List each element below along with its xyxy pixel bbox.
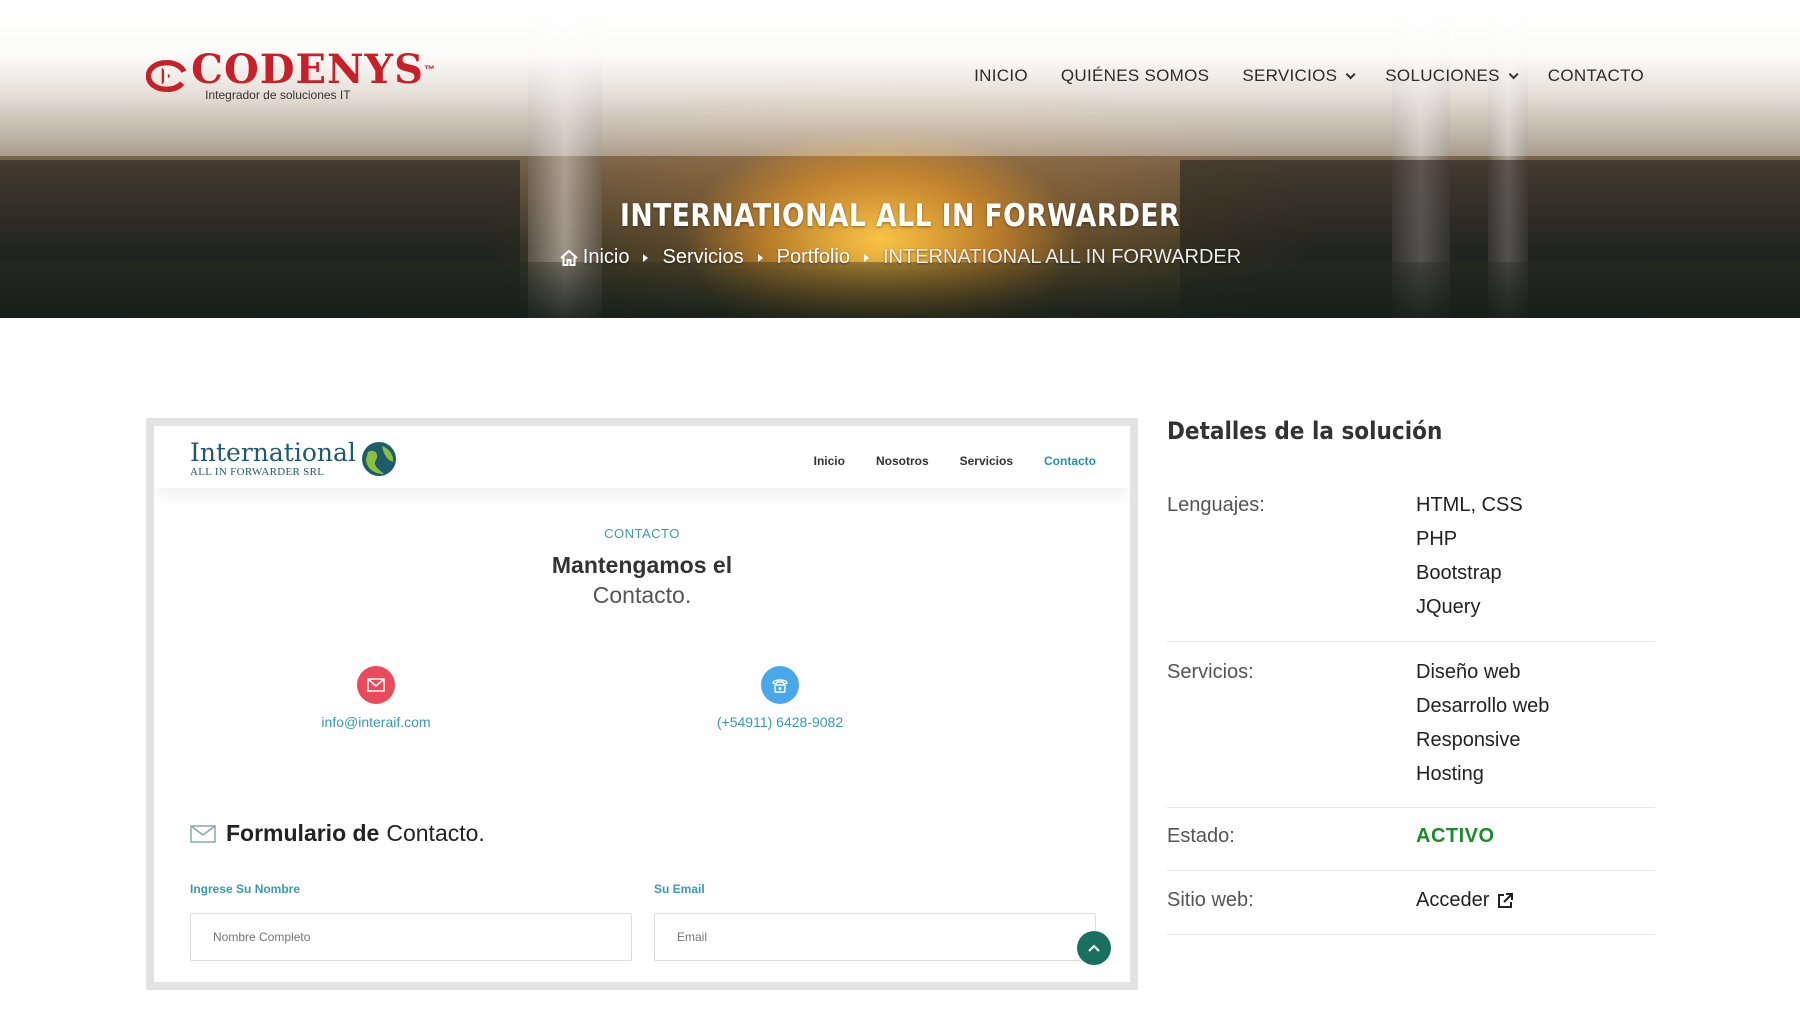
detail-row-languages: Lenguajes: HTML, CSS PHP Bootstrap JQuer… [1167, 494, 1655, 642]
envelope-icon [190, 824, 216, 843]
hero-bg-ground [0, 262, 1800, 318]
page-title: INTERNATIONAL ALL IN FORWARDER [620, 198, 1180, 234]
language-item: HTML, CSS [1416, 494, 1523, 516]
services-label: Servicios: [1167, 661, 1254, 683]
preview-phone: (+54911) 6428-9082 [716, 714, 844, 730]
nav-item-quienes-somos[interactable]: QUIÉNES SOMOS [1061, 66, 1209, 86]
services-list: Diseño web Desarrollo web Responsive Hos… [1416, 655, 1549, 791]
service-item: Hosting [1416, 763, 1484, 785]
detail-row-services: Servicios: Diseño web Desarrollo web Res… [1167, 661, 1655, 808]
external-link-icon [1498, 892, 1514, 908]
preview-nav-servicios: Servicios [959, 454, 1013, 468]
status-badge: ACTIVO [1416, 825, 1495, 847]
chevron-down-icon [1345, 68, 1356, 79]
website-label: Sitio web: [1167, 889, 1254, 911]
codenys-logo-icon [146, 59, 188, 93]
hero-banner: CODENYS™ Integrador de soluciones IT INI… [0, 0, 1800, 318]
preview-name-label: Ingrese Su Nombre [190, 882, 301, 896]
language-item: Bootstrap [1416, 562, 1502, 584]
brand-tagline: Integrador de soluciones IT [205, 88, 351, 102]
breadcrumb-separator-icon [643, 253, 649, 262]
languages-label: Lenguajes: [1167, 494, 1265, 516]
chevron-down-icon [1508, 68, 1519, 79]
breadcrumb-portfolio[interactable]: Portfolio [777, 246, 850, 269]
details-title: Detalles de la solución [1167, 417, 1443, 445]
preview-email-label: Su Email [654, 882, 705, 896]
preview-nav-nosotros: Nosotros [875, 454, 929, 468]
language-item: JQuery [1416, 596, 1481, 618]
service-item: Responsive [1416, 729, 1521, 751]
breadcrumb: Inicio Servicios Portfolio INTERNATIONAL… [0, 246, 1800, 269]
breadcrumb-servicios[interactable]: Servicios [662, 246, 743, 269]
preview-logo-name: International [190, 438, 356, 467]
breadcrumb-home[interactable]: Inicio [559, 246, 629, 269]
preview-logo-sub: ALL IN FORWARDER SRL [190, 466, 325, 478]
preview-nav-contacto: Contacto [1044, 454, 1096, 468]
phone-icon [761, 666, 799, 704]
preview-email: info@interaif.com [321, 714, 431, 730]
nav-item-soluciones[interactable]: SOLUCIONES [1385, 66, 1519, 86]
preview-kicker: CONTACTO [604, 526, 680, 541]
nav-item-inicio[interactable]: INICIO [974, 66, 1028, 86]
nav-item-servicios[interactable]: SERVICIOS [1242, 66, 1356, 86]
breadcrumb-separator-icon [757, 253, 763, 262]
site-logo[interactable]: CODENYS™ Integrador de soluciones IT [146, 46, 436, 106]
scroll-to-top-button [1077, 931, 1111, 965]
languages-list: HTML, CSS PHP Bootstrap JQuery [1416, 488, 1523, 624]
preview-heading: Mantengamos el Contacto. [551, 552, 733, 608]
envelope-icon [357, 666, 395, 704]
language-item: PHP [1416, 528, 1458, 550]
preview-email-block: info@interaif.com [266, 666, 486, 730]
service-item: Diseño web [1416, 661, 1521, 683]
preview-header: International ALL IN FORWARDER SRL Inici… [154, 426, 1130, 488]
brand-name: CODENYS™ [191, 46, 436, 93]
preview-nav-inicio: Inicio [813, 454, 845, 468]
service-item: Desarrollo web [1416, 695, 1550, 717]
status-label: Estado: [1167, 825, 1235, 847]
breadcrumb-separator-icon [864, 253, 869, 262]
preview-email-input [654, 913, 1096, 961]
detail-row-website: Sitio web: Acceder [1167, 889, 1655, 935]
home-icon [560, 249, 578, 266]
preview-phone-block: (+54911) 6428-9082 [670, 666, 890, 730]
chevron-up-icon [1088, 944, 1100, 952]
main-nav: INICIO QUIÉNES SOMOS SERVICIOS SOLUCIONE… [941, 66, 1644, 86]
project-screenshot: International ALL IN FORWARDER SRL Inici… [146, 418, 1138, 990]
globe-icon [361, 442, 396, 476]
nav-item-contacto[interactable]: CONTACTO [1548, 66, 1644, 86]
preview-nav: Inicio Nosotros Servicios Contacto [783, 454, 1096, 468]
detail-row-status: Estado: ACTIVO [1167, 825, 1655, 871]
preview-form-title: Formulario de Contacto. [190, 820, 485, 847]
preview-name-input [190, 913, 632, 961]
preview-logo: International ALL IN FORWARDER SRL [190, 440, 398, 478]
website-link[interactable]: Acceder [1416, 889, 1515, 912]
breadcrumb-current: INTERNATIONAL ALL IN FORWARDER [883, 246, 1242, 268]
